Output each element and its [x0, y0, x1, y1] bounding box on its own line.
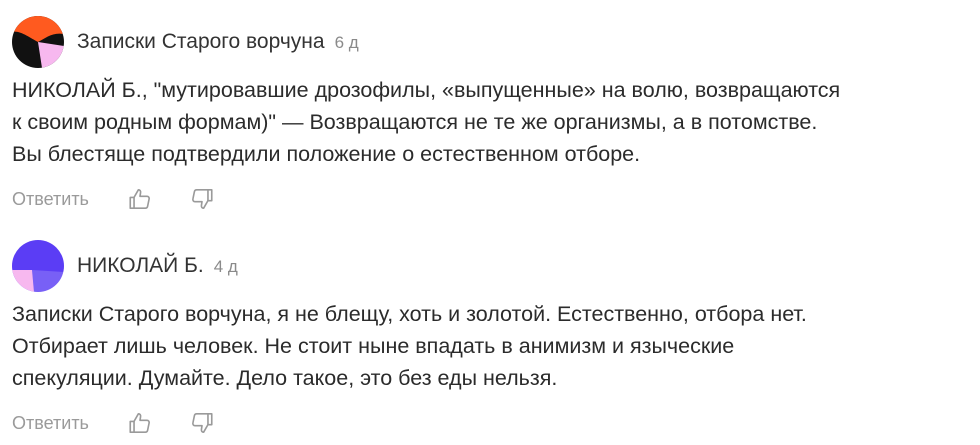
- comment-header: НИКОЛАЙ Б. 4 д: [12, 238, 972, 294]
- comment-actions: Ответить: [12, 186, 972, 212]
- comment-text: Записки Старого ворчуна, я не блещу, хот…: [12, 302, 807, 390]
- comment-text: НИКОЛАЙ Б., "мутировавшие дрозофилы, «вы…: [12, 78, 841, 166]
- reply-button[interactable]: Ответить: [12, 189, 89, 210]
- thumbs-up-icon[interactable]: [127, 410, 153, 436]
- author-avatar[interactable]: [12, 240, 64, 292]
- thumbs-down-icon[interactable]: [189, 186, 215, 212]
- thumbs-up-icon[interactable]: [127, 186, 153, 212]
- reply-button[interactable]: Ответить: [12, 413, 89, 434]
- comment-timestamp: 6 д: [334, 33, 359, 52]
- thumbs-down-icon[interactable]: [189, 410, 215, 436]
- author-name[interactable]: Записки Старого ворчуна: [77, 30, 325, 54]
- comment-header: Записки Старого ворчуна 6 д: [12, 14, 972, 70]
- comment-item: Записки Старого ворчуна 6 д НИКОЛАЙ Б., …: [12, 14, 972, 212]
- author-name[interactable]: НИКОЛАЙ Б.: [77, 254, 204, 278]
- author-avatar[interactable]: [12, 16, 64, 68]
- comment-timestamp: 4 д: [213, 257, 238, 276]
- comment-actions: Ответить: [12, 410, 972, 436]
- comment-item: НИКОЛАЙ Б. 4 д Записки Старого ворчуна, …: [12, 238, 972, 436]
